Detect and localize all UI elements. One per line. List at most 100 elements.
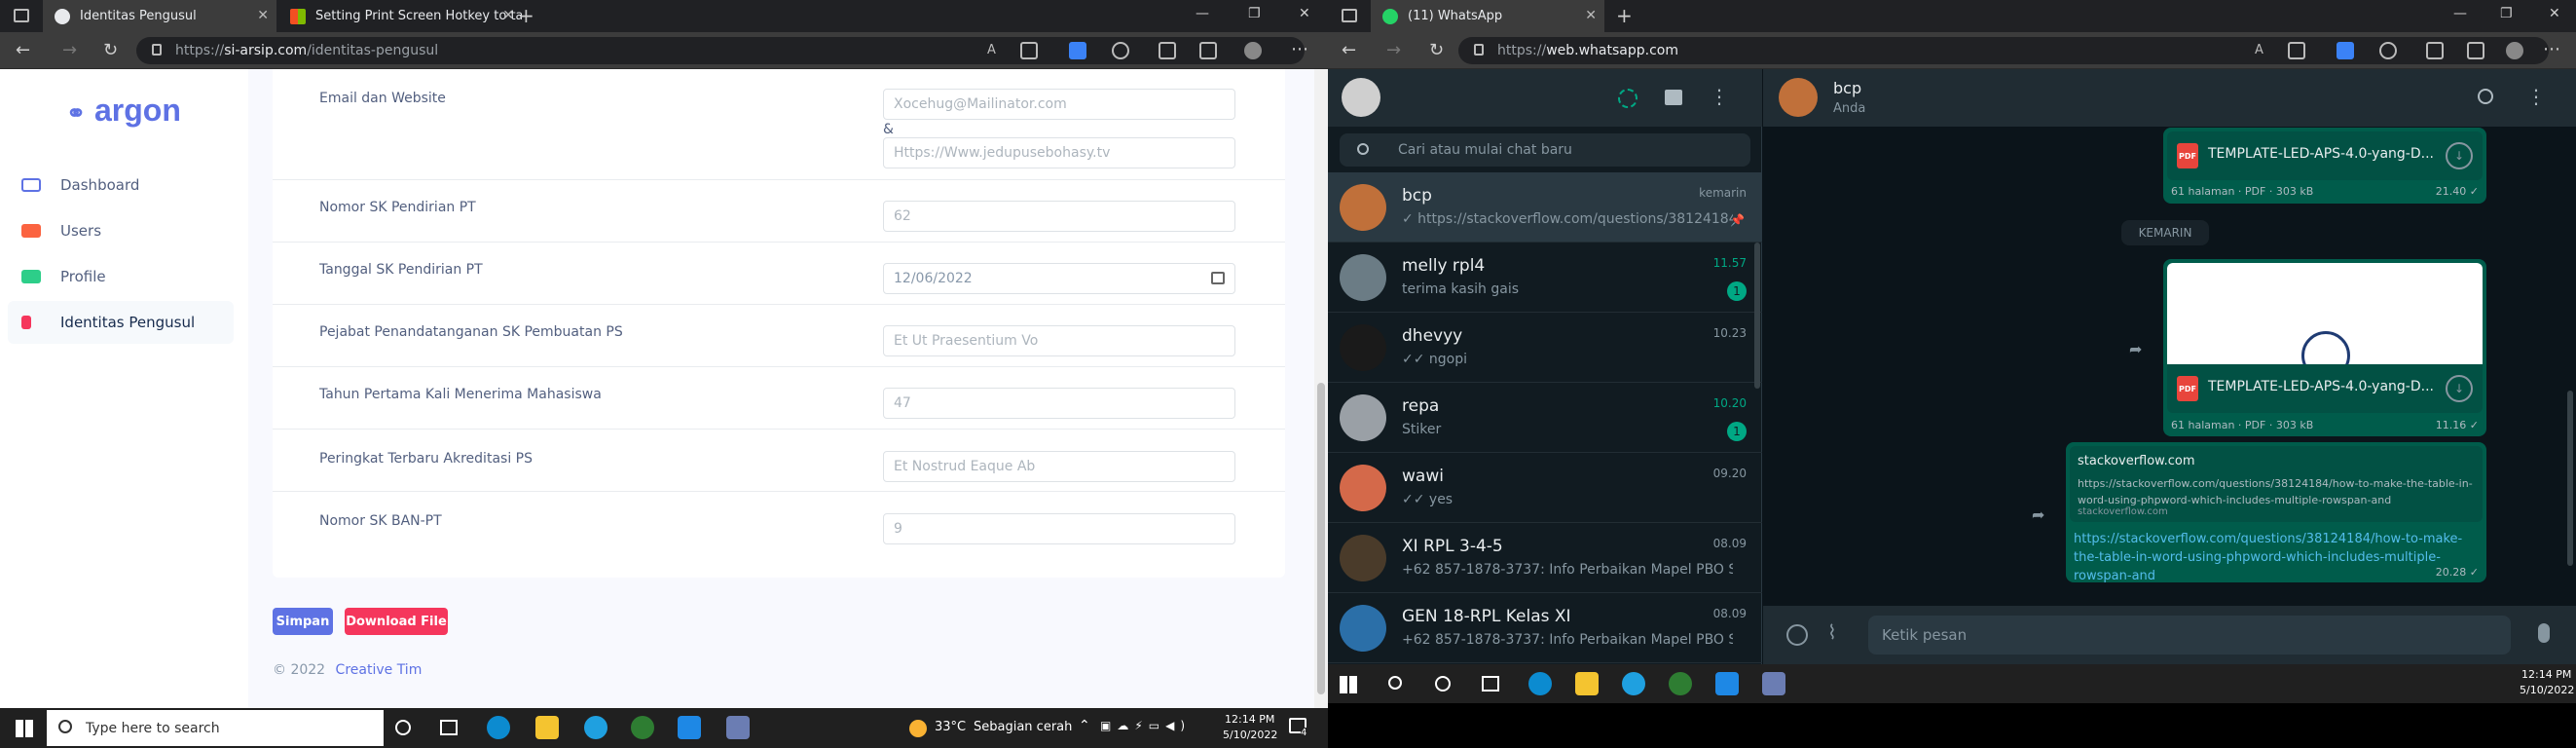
close-window-icon[interactable]: ✕ bbox=[2549, 6, 2560, 21]
contact-avatar[interactable] bbox=[1779, 78, 1818, 117]
hs-app-icon[interactable] bbox=[631, 716, 654, 739]
emoji-icon[interactable] bbox=[1786, 624, 1808, 646]
ban-field[interactable]: 9 bbox=[883, 513, 1235, 544]
tab-print-screen[interactable]: Setting Print Screen Hotkey to ta ✕ bbox=[278, 0, 522, 32]
forward-icon[interactable]: ➦ bbox=[2032, 505, 2044, 524]
weather-temp[interactable]: 33°C bbox=[935, 720, 966, 734]
chat-list-item[interactable]: dhevyy ✓✓ ngopi 10.23 bbox=[1328, 313, 1762, 383]
extension-icon[interactable] bbox=[2337, 42, 2354, 59]
vscode-icon[interactable] bbox=[678, 716, 701, 739]
chat-list-item[interactable]: bcp ✓ https://stackoverflow.com/questions… bbox=[1328, 172, 1762, 243]
message-link[interactable]: https://stackoverflow.com/questions/3812… bbox=[2074, 530, 2483, 585]
cortana-icon[interactable] bbox=[1435, 676, 1451, 692]
close-tab-icon[interactable]: ✕ bbox=[257, 8, 269, 23]
task-view-icon[interactable] bbox=[440, 720, 458, 735]
chat-avatar[interactable] bbox=[1340, 324, 1386, 371]
chat-avatar[interactable] bbox=[1340, 535, 1386, 581]
sidebar-item-profile[interactable]: Profile bbox=[8, 255, 234, 298]
menu-icon[interactable]: ⋮ bbox=[1710, 85, 1729, 108]
chat-list-scrollbar[interactable] bbox=[1754, 243, 1760, 389]
search-icon[interactable] bbox=[2478, 89, 2493, 104]
pdf-attachment[interactable]: PDF TEMPLATE-LED-APS-4.0-yang-D... ↓ bbox=[2167, 364, 2483, 413]
tanggal-date-field[interactable]: 12/06/2022 bbox=[883, 263, 1235, 294]
conversation-scrollbar[interactable] bbox=[2567, 391, 2573, 566]
taskbar-date[interactable]: 5/10/2022 bbox=[2520, 684, 2574, 696]
contact-name[interactable]: bcp bbox=[1833, 79, 1861, 97]
chat-list-item[interactable]: melly rpl4 terima kasih gais 11.57 1 bbox=[1328, 243, 1762, 313]
pdf-thumbnail[interactable] bbox=[2167, 263, 2483, 364]
restore-icon[interactable]: ❐ bbox=[2500, 6, 2513, 21]
download-icon[interactable]: ↓ bbox=[2446, 375, 2473, 402]
pejabat-field[interactable]: Et Ut Praesentium Vo bbox=[883, 325, 1235, 356]
chat-list-item[interactable]: repa Stiker 10.20 1 bbox=[1328, 383, 1762, 453]
my-avatar[interactable] bbox=[1342, 78, 1380, 117]
refresh-ext-icon[interactable] bbox=[2379, 42, 2397, 59]
url-field[interactable]: https:// si-arsip.com /identitas-pengusu… bbox=[136, 37, 1305, 64]
taskbar-time[interactable]: 12:14 PM bbox=[1225, 713, 1274, 726]
calculator-icon[interactable] bbox=[1762, 672, 1785, 695]
chat-avatar[interactable] bbox=[1340, 394, 1386, 441]
message-bubble-pdf1[interactable]: PDF TEMPLATE-LED-APS-4.0-yang-D... ↓ 61 … bbox=[2163, 128, 2486, 204]
file-explorer-icon[interactable] bbox=[1575, 672, 1599, 695]
more-menu-icon[interactable]: ⋯ bbox=[2543, 39, 2560, 59]
forward-icon[interactable]: → bbox=[1386, 40, 1401, 60]
page-scrollbar[interactable] bbox=[1314, 69, 1328, 708]
chat-list-item[interactable]: XI RPL 3-4-5 +62 857-1878-3737: Info Perb… bbox=[1328, 523, 1762, 593]
creative-tim-link[interactable]: Creative Tim bbox=[336, 662, 423, 678]
close-tab-icon[interactable]: ✕ bbox=[1585, 8, 1597, 23]
tray-icons[interactable]: ▣☁⚡▭◀) bbox=[1100, 719, 1191, 732]
sidebar-item-dashboard[interactable]: Dashboard bbox=[8, 164, 234, 206]
message-bubble-pdf2[interactable]: PDF TEMPLATE-LED-APS-4.0-yang-D... ↓ 61 … bbox=[2163, 259, 2486, 436]
message-input[interactable]: Ketik pesan bbox=[1868, 616, 2511, 654]
argon-logo[interactable]: ⚭ argon bbox=[66, 93, 181, 129]
window-menu-icon[interactable] bbox=[14, 9, 29, 22]
sidebar-item-identitas-pengusul[interactable]: Identitas Pengusul bbox=[8, 301, 234, 344]
microphone-icon[interactable] bbox=[2538, 623, 2550, 643]
chat-search-input[interactable]: Cari atau mulai chat baru bbox=[1340, 133, 1750, 167]
taskbar-time[interactable]: 12:14 PM bbox=[2521, 668, 2571, 681]
new-tab-icon[interactable]: + bbox=[1616, 4, 1633, 27]
new-tab-icon[interactable]: + bbox=[518, 4, 534, 27]
save-button[interactable]: Simpan bbox=[273, 608, 333, 635]
edge-icon[interactable] bbox=[1528, 672, 1552, 695]
tab-identitas-pengusul[interactable]: Identitas Pengusul ✕ bbox=[43, 0, 276, 32]
weather-desc[interactable]: Sebagian cerah bbox=[974, 720, 1072, 734]
edge-beta-icon[interactable] bbox=[1622, 672, 1645, 695]
calendar-icon[interactable] bbox=[1211, 272, 1225, 284]
calculator-icon[interactable] bbox=[726, 716, 750, 739]
cortana-icon[interactable] bbox=[395, 720, 411, 735]
status-icon[interactable] bbox=[1618, 89, 1638, 108]
windows-start-icon[interactable] bbox=[1340, 676, 1357, 693]
close-window-icon[interactable]: ✕ bbox=[1299, 6, 1310, 21]
restore-icon[interactable]: ❐ bbox=[1248, 6, 1261, 21]
new-chat-icon[interactable] bbox=[1665, 90, 1682, 105]
tab-whatsapp[interactable]: (11) WhatsApp ✕ bbox=[1371, 0, 1604, 32]
edge-icon[interactable] bbox=[487, 716, 510, 739]
favorite-add-icon[interactable] bbox=[1020, 42, 1038, 59]
search-icon[interactable] bbox=[1388, 676, 1402, 690]
chat-list-item[interactable]: GEN 18-RPL Kelas XI +62 857-1878-3737: In… bbox=[1328, 593, 1762, 663]
chat-avatar[interactable] bbox=[1340, 465, 1386, 511]
close-tab-icon[interactable]: ✕ bbox=[502, 8, 514, 23]
website-field[interactable]: Https://Www.jedupusebohasy.tv bbox=[883, 137, 1235, 168]
favorites-icon[interactable] bbox=[1159, 42, 1176, 59]
reload-icon[interactable]: ↻ bbox=[103, 40, 118, 60]
minimize-icon[interactable]: — bbox=[1196, 6, 1209, 21]
favorites-icon[interactable] bbox=[2426, 42, 2444, 59]
taskbar-search-box[interactable]: Type here to search bbox=[47, 710, 384, 746]
forward-icon[interactable]: ➦ bbox=[2129, 340, 2142, 358]
link-preview[interactable]: stackoverflow.com https://stackoverflow.… bbox=[2070, 446, 2483, 522]
more-menu-icon[interactable]: ⋯ bbox=[1291, 39, 1308, 59]
favorite-add-icon[interactable] bbox=[2288, 42, 2305, 59]
read-aloud-icon[interactable]: A bbox=[987, 43, 1005, 60]
scrollbar-thumb[interactable] bbox=[1317, 383, 1325, 694]
download-file-button[interactable]: Download File bbox=[345, 608, 448, 635]
chat-avatar[interactable] bbox=[1340, 254, 1386, 301]
forward-icon[interactable]: → bbox=[62, 40, 77, 60]
sidebar-item-users[interactable]: Users bbox=[8, 209, 234, 252]
profile-avatar-icon[interactable] bbox=[1244, 42, 1262, 59]
windows-start-icon[interactable] bbox=[16, 720, 33, 737]
email-field[interactable]: Xocehug@Mailinator.com bbox=[883, 89, 1235, 120]
window-menu-icon[interactable] bbox=[1342, 9, 1357, 22]
minimize-icon[interactable]: — bbox=[2453, 6, 2467, 21]
